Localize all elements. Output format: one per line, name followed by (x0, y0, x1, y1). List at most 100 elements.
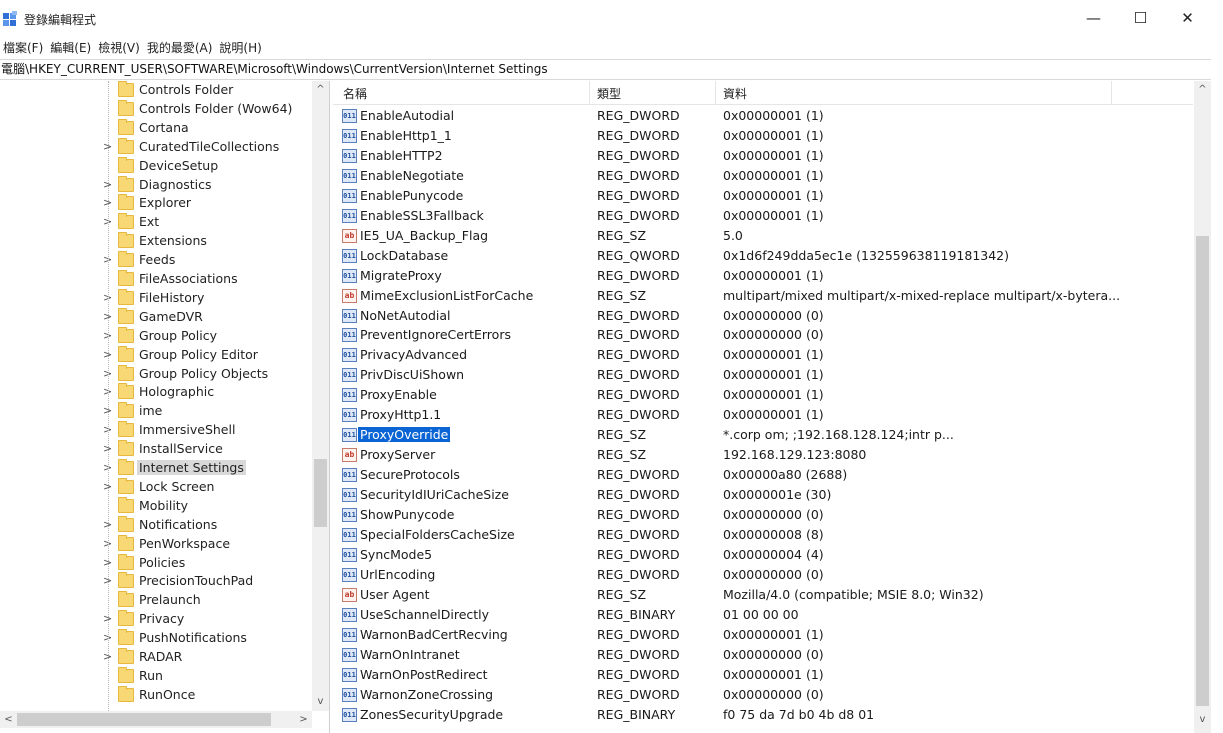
tree-item[interactable]: Controls Folder (Wow64) (0, 99, 312, 119)
tree-hscroll-thumb[interactable] (17, 713, 271, 726)
value-row[interactable]: 011 EnableHTTP2 REG_DWORD 0x00000001 (1) (333, 146, 1193, 166)
column-divider[interactable] (715, 81, 716, 105)
tree-item[interactable]: > Group Policy Objects (0, 364, 312, 384)
tree-item[interactable]: > CuratedTileCollections (0, 137, 312, 157)
value-data: 0x00000004 (4) (723, 546, 824, 562)
tree-item[interactable]: RunOnce (0, 685, 312, 705)
list-vertical-scrollbar[interactable]: ^ v (1194, 81, 1211, 733)
value-row[interactable]: 011 WarnOnPostRedirect REG_DWORD 0x00000001… (333, 665, 1193, 685)
value-row[interactable]: 011 WarnonZoneCrossing REG_DWORD 0x00000000… (333, 685, 1193, 705)
value-row[interactable]: 011 PreventIgnoreCertErrors REG_DWORD 0x000… (333, 325, 1193, 345)
value-row[interactable]: 011 MigrateProxy REG_DWORD 0x00000001 (1) (333, 266, 1193, 286)
tree-item[interactable]: > Internet Settings (0, 459, 312, 478)
column-divider[interactable] (589, 81, 590, 105)
value-row[interactable]: 011 WarnOnIntranet REG_DWORD 0x00000000 (0) (333, 645, 1193, 665)
value-row[interactable]: 011 SecureProtocols REG_DWORD 0x00000a80 (2… (333, 465, 1193, 485)
list-scroll-up-arrow-icon[interactable]: ^ (1194, 81, 1211, 98)
tree-item[interactable]: > Feeds (0, 251, 312, 270)
tree-item[interactable]: > Diagnostics (0, 175, 312, 195)
value-row[interactable]: ab ProxyServer REG_SZ 192.168.129.123:8080 (333, 445, 1193, 465)
tree-scroll-thumb[interactable] (314, 459, 327, 527)
value-row[interactable]: 011 EnableSSL3Fallback REG_DWORD 0x00000001… (333, 206, 1193, 226)
tree-item[interactable]: > PushNotifications (0, 629, 312, 648)
tree-item[interactable]: > RADAR (0, 648, 312, 667)
tree-item[interactable]: > Policies (0, 553, 312, 573)
column-divider[interactable] (1111, 81, 1112, 105)
tree-item[interactable]: > Holographic (0, 383, 312, 402)
tree-item[interactable]: Extensions (0, 232, 312, 251)
tree-horizontal-scrollbar[interactable]: < > (0, 711, 312, 728)
tree-item[interactable]: > ime (0, 402, 312, 421)
value-row[interactable]: ab User Agent REG_SZ Mozilla/4.0 (compatibl… (333, 585, 1193, 605)
value-row[interactable]: 011 ZonesSecurityUpgrade REG_BINARY f0 75 d… (333, 705, 1193, 725)
tree-item[interactable]: Controls Folder (0, 81, 312, 100)
tree-item[interactable]: > Privacy (0, 610, 312, 629)
value-row[interactable]: 011 LockDatabase REG_QWORD 0x1d6f249dda5ec1… (333, 246, 1193, 266)
menu-file[interactable]: 檔案(F) (3, 39, 50, 56)
value-row[interactable]: 011 NoNetAutodial REG_DWORD 0x00000000 (0) (333, 306, 1193, 326)
tree-item[interactable]: > PenWorkspace (0, 534, 312, 554)
tree-item[interactable]: > FileHistory (0, 288, 312, 308)
value-name: SecurityIdIUriCacheSize (360, 487, 509, 503)
list-scroll-thumb[interactable] (1196, 236, 1209, 706)
maximize-button[interactable]: ☐ (1117, 0, 1164, 36)
tree-scroll-down-arrow-icon[interactable]: v (312, 693, 329, 710)
tree-item[interactable]: Cortana (0, 118, 312, 138)
column-header-type[interactable]: 類型 (597, 85, 621, 102)
value-data: 0x00000001 (1) (723, 147, 824, 163)
value-row[interactable]: 011 SyncMode5 REG_DWORD 0x00000004 (4) (333, 545, 1193, 565)
value-row[interactable]: 011 PrivDiscUiShown REG_DWORD 0x00000001 (1… (333, 365, 1193, 385)
tree-scroll-up-arrow-icon[interactable]: ^ (312, 81, 329, 98)
value-row[interactable]: 011 SecurityIdIUriCacheSize REG_DWORD 0x000… (333, 485, 1193, 505)
tree-item[interactable]: > PrecisionTouchPad (0, 572, 312, 591)
tree-item[interactable]: > Notifications (0, 515, 312, 535)
tree-item[interactable]: > InstallService (0, 440, 312, 459)
tree-item[interactable]: Mobility (0, 496, 312, 516)
tree-item[interactable]: > Explorer (0, 194, 312, 213)
menu-edit[interactable]: 編輯(E) (50, 39, 98, 56)
menu-help[interactable]: 說明(H) (219, 39, 268, 56)
value-row[interactable]: 011 ProxyHttp1.1 REG_DWORD 0x00000001 (1) (333, 405, 1193, 425)
folder-icon (118, 496, 134, 513)
value-row[interactable]: ab MimeExclusionListForCache REG_SZ multipa… (333, 286, 1193, 306)
tree-item[interactable]: > Group Policy Editor (0, 345, 312, 365)
value-row[interactable]: 011 SpecialFoldersCacheSize REG_DWORD 0x000… (333, 525, 1193, 545)
value-name: IE5_UA_Backup_Flag (360, 227, 489, 243)
list-header: 名稱 類型 資料 (333, 81, 1193, 105)
column-header-name[interactable]: 名稱 (343, 85, 367, 102)
value-row[interactable]: 011 EnableNegotiate REG_DWORD 0x00000001 (1… (333, 166, 1193, 186)
key-tree: Controls Folder Controls Folder (Wow64) Co… (0, 81, 330, 733)
tree-item[interactable]: > ImmersiveShell (0, 421, 312, 440)
close-button[interactable]: ✕ (1164, 0, 1211, 36)
value-row[interactable]: 011 EnableHttp1_1 REG_DWORD 0x00000001 (1) (333, 126, 1193, 146)
column-header-data[interactable]: 資料 (723, 85, 747, 102)
minimize-button[interactable]: — (1070, 0, 1117, 36)
value-row[interactable]: 011 ProxyEnable REG_DWORD 0x00000001 (1) (333, 385, 1193, 405)
tree-scroll-right-arrow-icon[interactable]: > (295, 711, 312, 728)
value-row[interactable]: 011 ShowPunycode REG_DWORD 0x00000000 (0) (333, 505, 1193, 525)
value-row[interactable]: 011 ProxyOverride REG_SZ *.corp om; ;192.16… (333, 425, 1193, 445)
value-row[interactable]: 011 PrivacyAdvanced REG_DWORD 0x00000001 (1… (333, 345, 1193, 365)
menu-view[interactable]: 檢視(V) (98, 39, 147, 56)
tree-item[interactable]: > Ext (0, 213, 312, 232)
tree-item[interactable]: Run (0, 666, 312, 686)
value-row[interactable]: 011 EnablePunycode REG_DWORD 0x00000001 (1) (333, 186, 1193, 206)
tree-item[interactable]: FileAssociations (0, 270, 312, 289)
value-row[interactable]: 011 UseSchannelDirectly REG_BINARY 01 00 00… (333, 605, 1193, 625)
tree-vertical-scrollbar[interactable]: ^ v (312, 81, 329, 711)
value-row[interactable]: ab IE5_UA_Backup_Flag REG_SZ 5.0 (333, 226, 1193, 246)
value-row[interactable]: 011 EnableAutodial REG_DWORD 0x00000001 (1) (333, 106, 1193, 126)
tree-item[interactable]: > GameDVR (0, 307, 312, 327)
tree-item[interactable]: > Group Policy (0, 326, 312, 346)
tree-scroll-left-arrow-icon[interactable]: < (0, 711, 17, 728)
tree-item[interactable]: Prelaunch (0, 591, 312, 610)
address-bar[interactable]: 電腦\HKEY_CURRENT_USER\SOFTWARE\Microsoft\… (0, 59, 1223, 80)
list-scroll-down-arrow-icon[interactable]: v (1194, 711, 1211, 728)
value-row[interactable]: 011 UrlEncoding REG_DWORD 0x00000000 (0) (333, 565, 1193, 585)
value-row[interactable]: 011 WarnonBadCertRecving REG_DWORD 0x000000… (333, 625, 1193, 645)
tree-item-label: FileHistory (139, 289, 205, 305)
folder-icon (118, 440, 134, 457)
menu-favorites[interactable]: 我的最愛(A) (147, 39, 220, 56)
tree-item[interactable]: DeviceSetup (0, 156, 312, 176)
tree-item[interactable]: > Lock Screen (0, 477, 312, 497)
